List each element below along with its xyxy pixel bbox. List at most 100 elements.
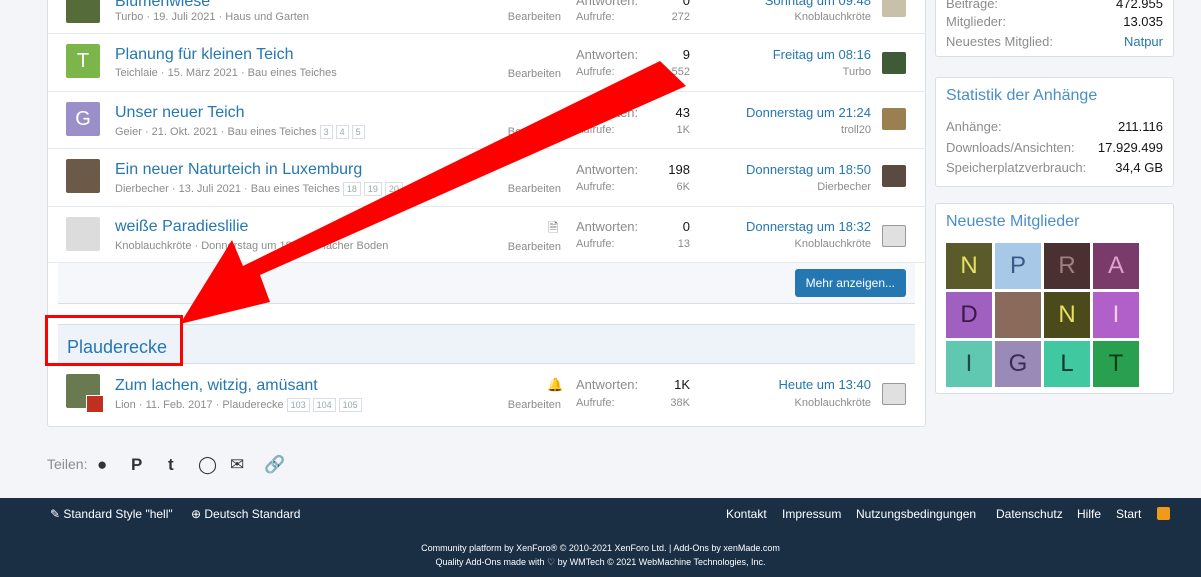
thread-title[interactable]: Ein neuer Naturteich in Luxemburg xyxy=(115,161,362,179)
link-icon[interactable]: 🔗 xyxy=(264,455,285,475)
thread-row[interactable]: T Planung für kleinen Teich Teichlaie · … xyxy=(48,34,926,92)
last-post-user[interactable]: Knoblauchkröte xyxy=(708,238,871,250)
footer-link-terms[interactable]: Nutzungsbedingungen xyxy=(856,507,976,521)
last-post-date[interactable]: Heute um 13:40 xyxy=(708,377,871,392)
page-link[interactable]: 4 xyxy=(335,125,349,139)
thread-meta: Knoblauchkröte · Donnerstag um 18:32 · F… xyxy=(115,240,389,252)
footer-link-help[interactable]: Hilfe xyxy=(1077,507,1101,521)
last-poster-avatar[interactable] xyxy=(882,225,906,247)
footer-link-privacy[interactable]: Datenschutz xyxy=(996,507,1063,521)
pinterest-icon[interactable]: P xyxy=(131,455,142,475)
last-post-user[interactable]: troll20 xyxy=(708,124,871,136)
last-post-user[interactable]: Turbo xyxy=(708,66,871,78)
page-link[interactable]: 18 xyxy=(342,182,361,196)
edit-link[interactable]: Bearbeiten xyxy=(505,11,561,23)
replies-count: 1K xyxy=(674,377,690,392)
footer-link-start[interactable]: Start xyxy=(1116,507,1141,521)
page-link[interactable]: 104 xyxy=(312,398,336,412)
views-label: Aufrufe: xyxy=(576,238,615,250)
thread-avatar[interactable]: G xyxy=(66,102,100,136)
replies-count: 43 xyxy=(675,105,690,120)
member-avatar[interactable]: I xyxy=(1093,292,1139,338)
stats-posts-label: Beiträge: xyxy=(946,0,999,11)
page: Blumenwiese Turbo · 19. Juli 2021 · Haus… xyxy=(0,0,1201,577)
copyright-line: Community platform by XenForo® © 2010-20… xyxy=(421,543,780,553)
member-avatar[interactable]: N xyxy=(1044,292,1090,338)
edit-link[interactable]: Bearbeiten xyxy=(505,399,561,411)
attachments-value: 211.116 xyxy=(1117,119,1163,134)
last-post-user[interactable]: Dierbecher xyxy=(708,181,871,193)
last-poster-avatar[interactable] xyxy=(882,52,906,74)
replies-label: Antworten: xyxy=(576,377,639,392)
storage-label: Speicherplatzverbrauch: xyxy=(946,160,1087,175)
replies-label: Antworten: xyxy=(576,162,639,177)
thread-row[interactable]: weiße Paradieslilie Knoblauchkröte · Don… xyxy=(48,207,926,263)
bell-icon: 🔔 xyxy=(547,377,564,392)
thread-avatar[interactable]: T xyxy=(66,44,100,78)
member-avatar[interactable]: I xyxy=(946,341,992,387)
member-avatar[interactable]: P xyxy=(995,243,1041,289)
last-post-date[interactable]: Donnerstag um 21:24 xyxy=(708,105,871,120)
thread-row[interactable]: Blumenwiese Turbo · 19. Juli 2021 · Haus… xyxy=(48,0,926,34)
attachment-stats-title[interactable]: Statistik der Anhänge xyxy=(946,87,1097,105)
member-avatar[interactable]: A xyxy=(1093,243,1139,289)
last-poster-avatar[interactable] xyxy=(882,0,906,17)
member-avatar[interactable] xyxy=(995,292,1041,338)
footer-link-contact[interactable]: Kontakt xyxy=(726,507,767,521)
member-avatar[interactable]: D xyxy=(946,292,992,338)
last-post-date[interactable]: Donnerstag um 18:32 xyxy=(708,219,871,234)
member-avatar[interactable]: T xyxy=(1093,341,1139,387)
member-avatar[interactable]: N xyxy=(946,243,992,289)
thread-title[interactable]: Blumenwiese xyxy=(115,0,210,11)
last-post-user[interactable]: Knoblauchkröte xyxy=(708,397,871,409)
thread-avatar[interactable] xyxy=(66,217,100,251)
last-post-date[interactable]: Sonntag um 09:48 xyxy=(708,0,871,8)
thread-title[interactable]: Unser neuer Teich xyxy=(115,104,245,122)
page-link[interactable]: 19 xyxy=(363,182,382,196)
last-poster-avatar[interactable] xyxy=(882,108,906,130)
footer-link-imprint[interactable]: Impressum xyxy=(782,507,841,521)
edit-link[interactable]: Bearbeiten xyxy=(505,126,561,138)
views-label: Aufrufe: xyxy=(576,124,615,136)
member-avatar[interactable]: G xyxy=(995,341,1041,387)
thread-avatar[interactable] xyxy=(66,159,100,193)
thread-row[interactable]: Zum lachen, witzig, amüsant Lion · 11. F… xyxy=(48,365,926,425)
thread-avatar[interactable] xyxy=(66,0,100,23)
last-post-date[interactable]: Freitag um 08:16 xyxy=(708,47,871,62)
edit-link[interactable]: Bearbeiten xyxy=(505,183,561,195)
thread-title[interactable]: Planung für kleinen Teich xyxy=(115,46,294,64)
last-poster-avatar[interactable] xyxy=(882,383,906,405)
page-link[interactable]: 5 xyxy=(351,125,365,139)
reddit-icon[interactable]: ● xyxy=(97,455,107,475)
style-chooser[interactable]: ✎ Standard Style "hell" xyxy=(50,507,173,521)
page-link[interactable]: 3 xyxy=(319,125,333,139)
edit-link[interactable]: Bearbeiten xyxy=(505,68,561,80)
newest-members-title[interactable]: Neueste Mitglieder xyxy=(946,213,1079,231)
thread-title[interactable]: Zum lachen, witzig, amüsant xyxy=(115,377,318,395)
replies-label: Antworten: xyxy=(576,47,639,62)
page-link[interactable]: 103 xyxy=(286,398,310,412)
more-button[interactable]: Mehr anzeigen... xyxy=(794,269,906,297)
last-poster-avatar[interactable] xyxy=(882,165,906,187)
views-count: 38K xyxy=(670,397,690,409)
views-label: Aufrufe: xyxy=(576,397,615,409)
member-grid: NPRADNIIGLT xyxy=(946,243,1139,389)
replies-count: 198 xyxy=(668,162,690,177)
member-avatar[interactable]: L xyxy=(1044,341,1090,387)
page-link[interactable]: 20 xyxy=(384,182,403,196)
language-chooser[interactable]: ⊕ Deutsch Standard xyxy=(191,507,300,521)
thread-title[interactable]: weiße Paradieslilie xyxy=(115,218,248,236)
edit-link[interactable]: Bearbeiten xyxy=(505,241,561,253)
thread-row[interactable]: G Unser neuer Teich Geier · 21. Okt. 202… xyxy=(48,92,926,149)
last-post-date[interactable]: Donnerstag um 18:50 xyxy=(708,162,871,177)
thread-meta-text: Dierbecher · 13. Juli 2021 · Bau eines T… xyxy=(115,183,340,195)
stats-newest-value[interactable]: Natpur xyxy=(1124,34,1163,49)
whatsapp-icon[interactable]: ◯ xyxy=(198,455,217,475)
tumblr-icon[interactable]: t xyxy=(168,455,174,475)
rss-icon[interactable] xyxy=(1157,507,1170,520)
page-link[interactable]: 105 xyxy=(338,398,362,412)
member-avatar[interactable]: R xyxy=(1044,243,1090,289)
thread-row[interactable]: Ein neuer Naturteich in Luxemburg Dierbe… xyxy=(48,149,926,207)
email-icon[interactable]: ✉ xyxy=(230,455,244,475)
last-post-user[interactable]: Knoblauchkröte xyxy=(708,11,871,23)
